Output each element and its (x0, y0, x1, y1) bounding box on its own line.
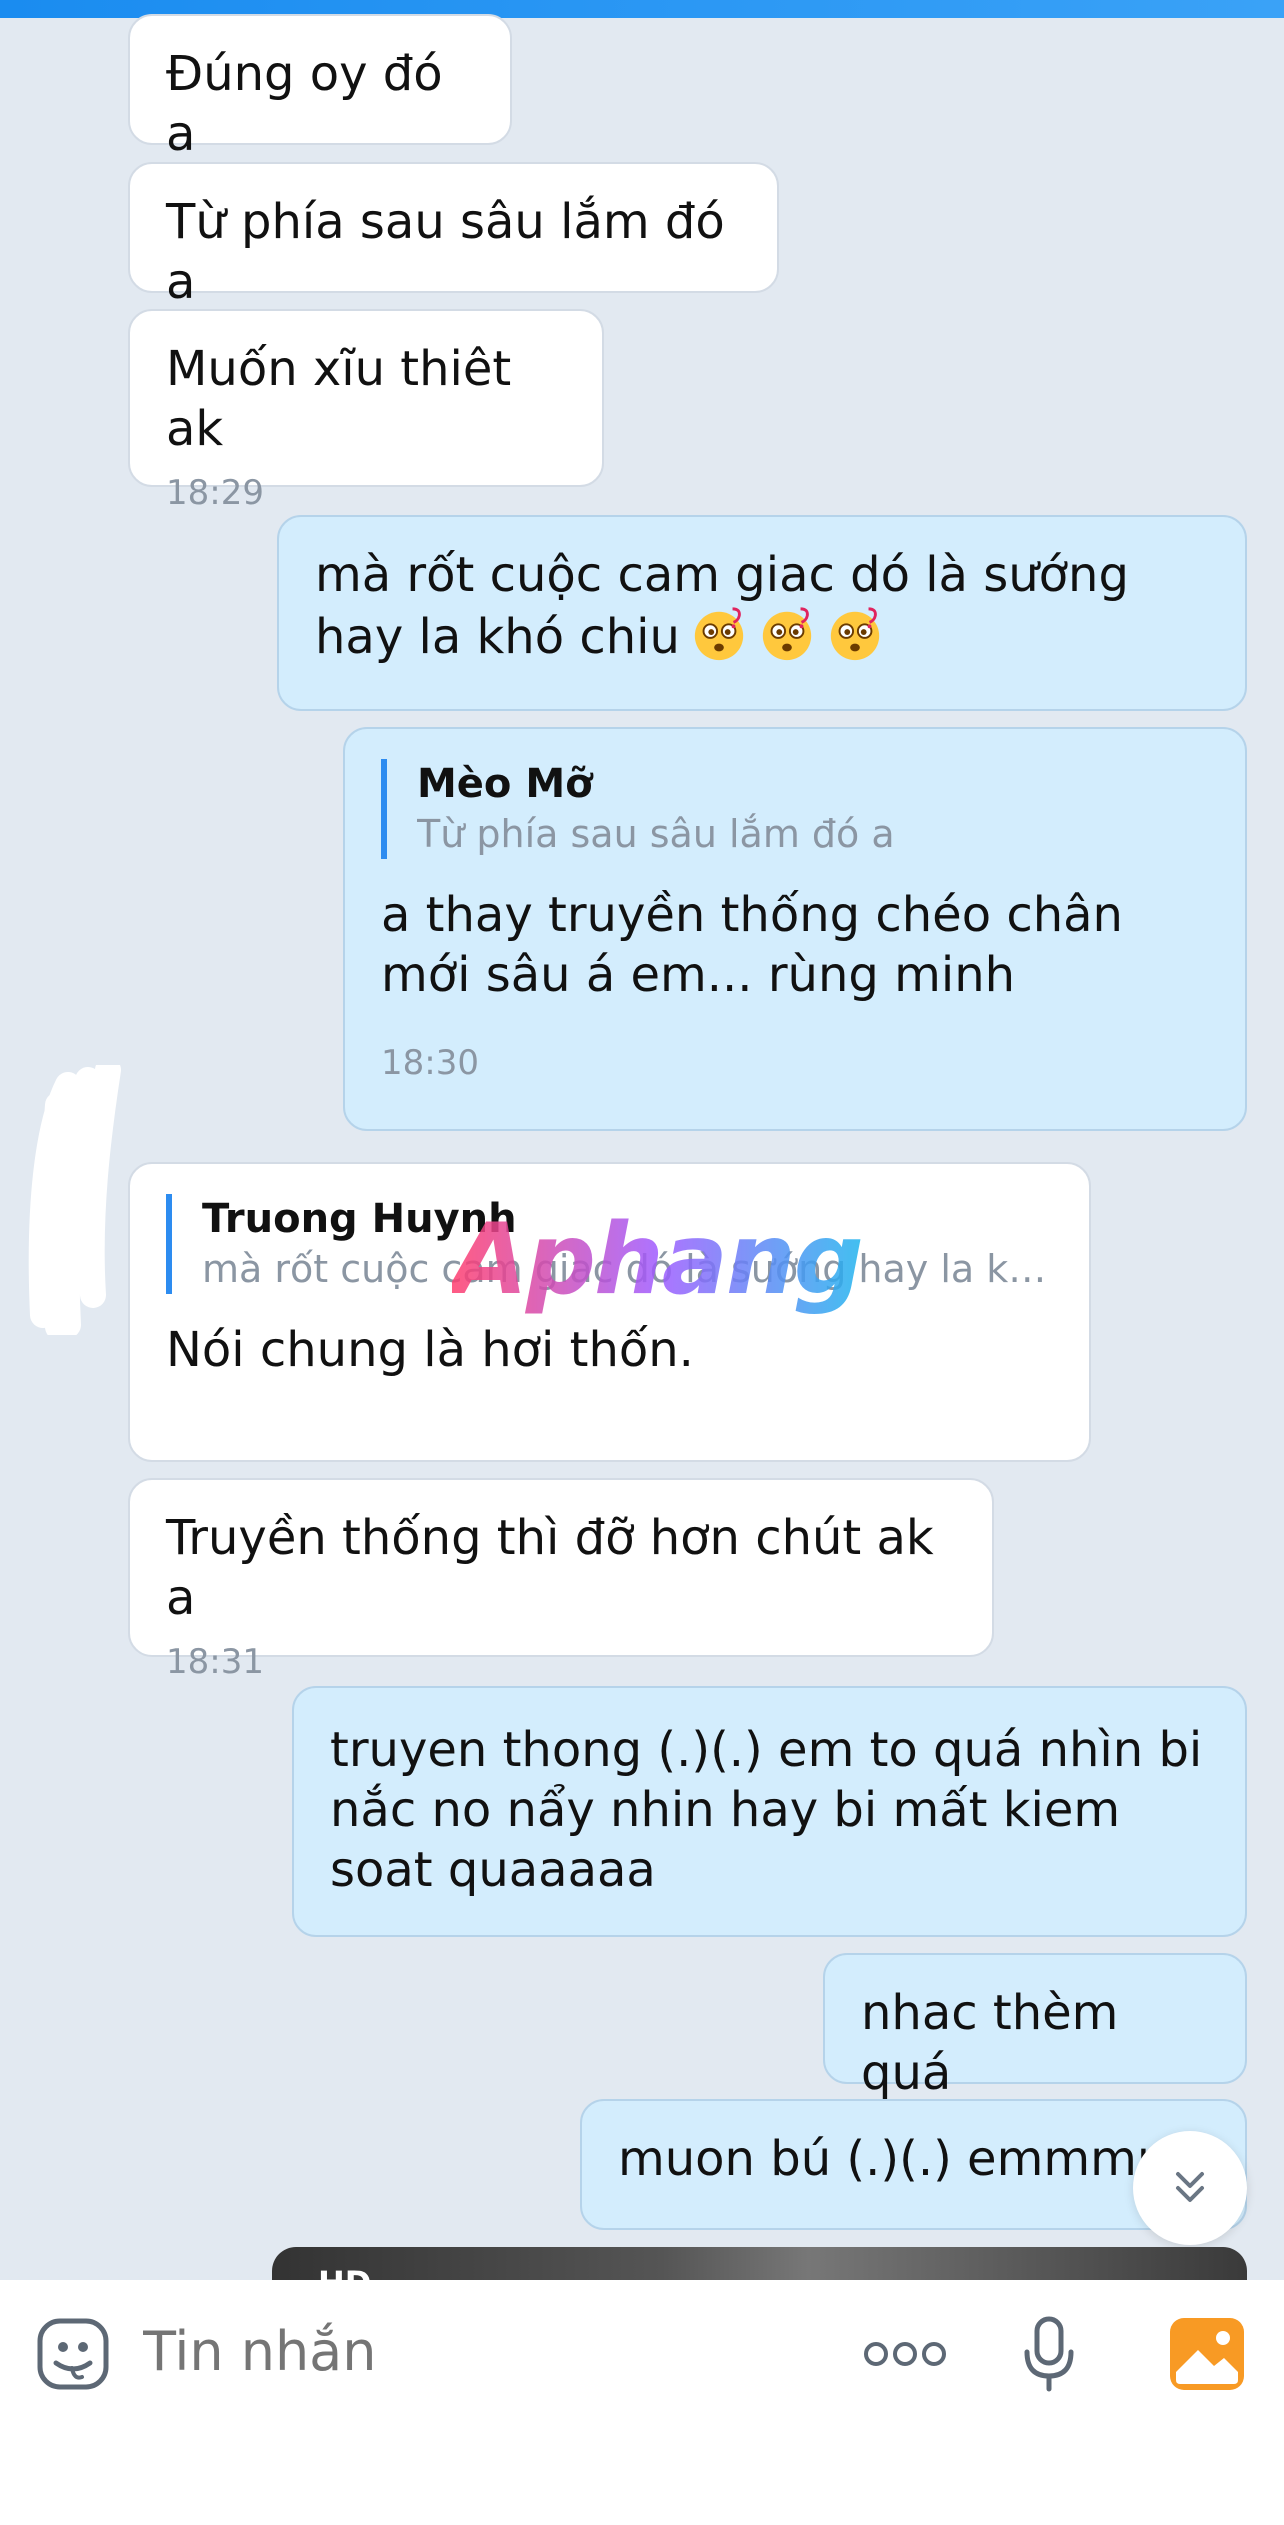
message-bubble-incoming[interactable]: Truyền thống thì đỡ hơn chút ak a 18:31 (128, 1478, 994, 1682)
sticker-icon[interactable] (36, 2317, 110, 2391)
message-time: 18:31 (166, 1642, 264, 1682)
message-bubble-incoming[interactable]: Đúng oy đó a (128, 14, 512, 162)
watermark-logo: Aphang (452, 1203, 864, 1317)
message-bubble-outgoing[interactable]: mà rốt cuộc cam giac dó là sướng hay la … (277, 515, 1247, 711)
message-bubble-outgoing[interactable]: nhac thèm quá (823, 1953, 1247, 2101)
reply-preview-text: Từ phía sau sâu lắm đó a (417, 812, 895, 856)
message-composer (0, 2280, 1284, 2525)
dizzy-face-emoji (762, 607, 812, 661)
dizzy-face-emoji (694, 607, 744, 661)
message-bubble-outgoing[interactable]: truyen thong (.)(.) em to quá nhìn bi nắ… (292, 1686, 1247, 1937)
chevron-double-down-icon (1176, 2172, 1204, 2202)
redaction-scribble (28, 1065, 121, 1335)
more-icon[interactable] (862, 2337, 948, 2371)
message-input[interactable] (143, 2317, 703, 2387)
message-time: 18:30 (381, 1043, 479, 1083)
message-text: truyen thong (.)(.) em to quá nhìn bi nắ… (330, 1722, 1203, 1898)
message-text: Nói chung là hơi thốn. (166, 1322, 694, 1378)
message-bubble-incoming[interactable]: Muốn xĩu thiêt ak 18:29 (128, 309, 604, 513)
message-time: 18:29 (166, 473, 264, 513)
message-text: nhac thèm quá (861, 1985, 1119, 2101)
message-text: muon bú (.)(.) emmmm (618, 2131, 1184, 2187)
message-bubble-outgoing[interactable]: Mèo Mỡ Từ phía sau sâu lắm đó a a thay t… (343, 727, 1247, 1131)
reply-sender-name: Mèo Mỡ (417, 761, 593, 807)
message-text: a thay truyền thống chéo chân mới sâu á … (381, 887, 1123, 1003)
microphone-icon[interactable] (1022, 2316, 1076, 2392)
reply-quote[interactable]: Mèo Mỡ Từ phía sau sâu lắm đó a (381, 759, 1209, 859)
message-text: Truyền thống thì đỡ hơn chút ak a (166, 1510, 934, 1626)
message-text: Muốn xĩu thiêt ak (166, 341, 512, 457)
message-text: Từ phía sau sâu lắm đó a (166, 194, 725, 310)
message-bubble-incoming[interactable]: Từ phía sau sâu lắm đó a (128, 162, 779, 310)
scroll-to-bottom-button[interactable] (1133, 2131, 1247, 2245)
dizzy-face-emoji (830, 607, 880, 661)
message-text: Đúng oy đó a (166, 46, 443, 162)
gallery-icon[interactable] (1168, 2316, 1246, 2392)
